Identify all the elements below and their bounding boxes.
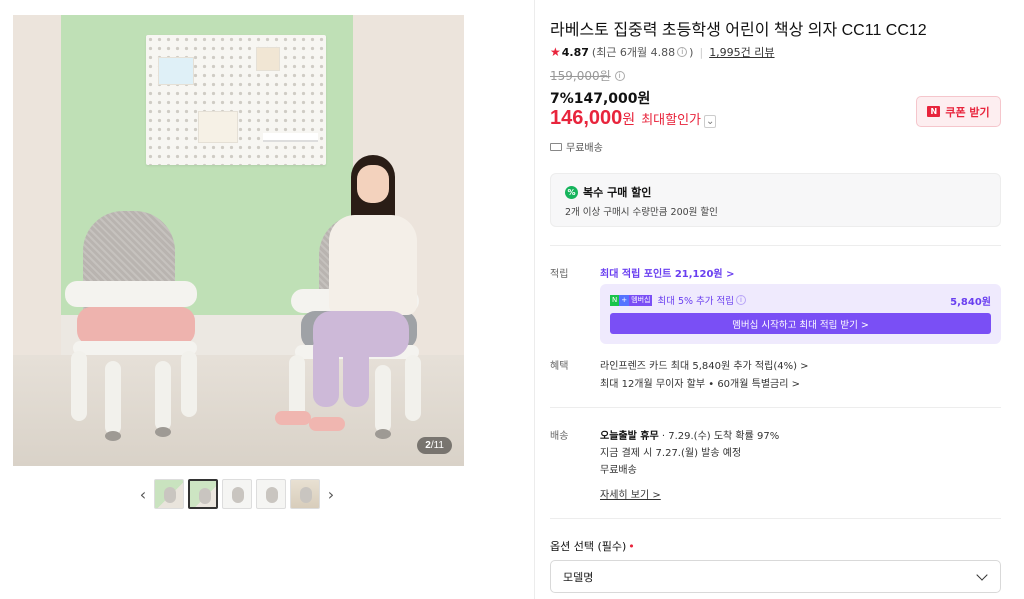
separator: | xyxy=(699,45,704,59)
max-discount-label: 최대할인가 xyxy=(641,113,701,128)
model-select[interactable]: 모델명 xyxy=(550,560,1001,593)
chevron-left-icon: ‹ xyxy=(139,484,147,504)
product-main-image[interactable]: 2/11 xyxy=(13,15,464,466)
divider xyxy=(534,0,535,599)
membership-box: N + 멤버십 최대 5% 추가 적립 i 5,840원 멤버십 시작하고 최대 적… xyxy=(600,284,1001,344)
delivery-schedule: 지금 결제 시 7.27.(월) 발송 예정 xyxy=(600,448,742,459)
membership-info-icon[interactable]: i xyxy=(736,295,747,305)
image-counter: 2/11 xyxy=(417,437,452,454)
max-discount-row[interactable]: 146,000 원 최대할인가 ⌄ xyxy=(550,107,717,130)
thumbnail-prev-button[interactable]: ‹ xyxy=(136,478,150,510)
pegboard-decor xyxy=(146,35,326,165)
delivery-today: 오늘출발 휴무 · 7.29.(수) 도착 확률 97% xyxy=(600,431,780,442)
thumbnail-4[interactable] xyxy=(256,479,286,509)
benefit-card-link[interactable]: 라인프렌즈 카드 최대 5,840원 추가 적립(4%) > xyxy=(600,357,809,372)
divider xyxy=(550,407,1001,408)
chevron-down-icon: ⌄ xyxy=(704,115,717,128)
multi-discount-title: 복수 구매 할인 xyxy=(583,186,652,199)
membership-amount: 5,840원 xyxy=(950,297,991,308)
thumbnail-next-button[interactable]: › xyxy=(324,478,338,510)
product-photo-scene xyxy=(13,15,464,466)
original-price-row: 159,000원 i xyxy=(550,67,627,84)
multi-purchase-discount-box: % 복수 구매 할인 2개 이상 구매시 수량만큼 200원 할인 xyxy=(550,173,1001,227)
benefit-installment-link[interactable]: 최대 12개월 무이자 할부 • 60개월 특별금리 > xyxy=(600,375,800,390)
star-icon: ★ xyxy=(550,45,561,59)
price-info-icon[interactable]: i xyxy=(614,70,625,81)
chevron-down-icon xyxy=(976,569,988,581)
truck-icon xyxy=(550,142,562,151)
divider xyxy=(550,518,1001,519)
thumbnail-strip: ‹ › xyxy=(136,478,338,510)
membership-button[interactable]: 멤버십 시작하고 최대 적립 받기 > xyxy=(610,313,991,334)
membership-text: 최대 5% 추가 적립 xyxy=(657,296,735,307)
thumbnail-1[interactable] xyxy=(154,479,184,509)
coupon-icon: N xyxy=(927,106,941,117)
max-discount-price: 146,000 xyxy=(550,107,623,129)
rating-row: ★ 4.87 (최근 6개월 4.88 i ) | 1,995건 리뷰 xyxy=(550,44,775,60)
option-label: 옵션 선택 (필수) • xyxy=(550,540,635,553)
max-points-link[interactable]: 최대 적립 포인트 21,120원 > xyxy=(600,265,735,280)
chevron-right-icon: › xyxy=(327,484,335,504)
review-count-link[interactable]: 1,995건 리뷰 xyxy=(709,44,774,60)
rating-recent: (최근 6개월 4.88 xyxy=(591,46,676,59)
delivery-fee: 무료배송 xyxy=(600,465,637,476)
coupon-button[interactable]: N 쿠폰 받기 xyxy=(916,96,1001,127)
thumbnail-2[interactable] xyxy=(188,479,218,509)
sale-price: 7%147,000원 xyxy=(550,91,651,107)
percent-icon: % xyxy=(565,185,578,199)
original-price: 159,000원 xyxy=(550,69,611,83)
points-label: 적립 xyxy=(550,269,569,280)
multi-discount-description: 2개 이상 구매시 수량만큼 200원 할인 xyxy=(565,207,718,218)
chair-pink xyxy=(53,211,203,441)
delivery-detail-link[interactable]: 자세히 보기 > xyxy=(600,486,661,501)
product-title: 라베스토 집중력 초등학생 어린이 책상 의자 CC11 CC12 xyxy=(550,22,927,39)
thumbnail-5[interactable] xyxy=(290,479,320,509)
info-icon[interactable]: i xyxy=(677,47,688,57)
rating-value: 4.87 xyxy=(561,45,589,59)
delivery-label: 배송 xyxy=(550,431,569,442)
free-shipping-row: 무료배송 xyxy=(550,139,603,154)
naver-membership-badge: N + 멤버십 xyxy=(610,294,653,306)
thumbnail-3[interactable] xyxy=(222,479,252,509)
divider xyxy=(550,245,1001,246)
benefits-label: 혜택 xyxy=(550,361,569,372)
